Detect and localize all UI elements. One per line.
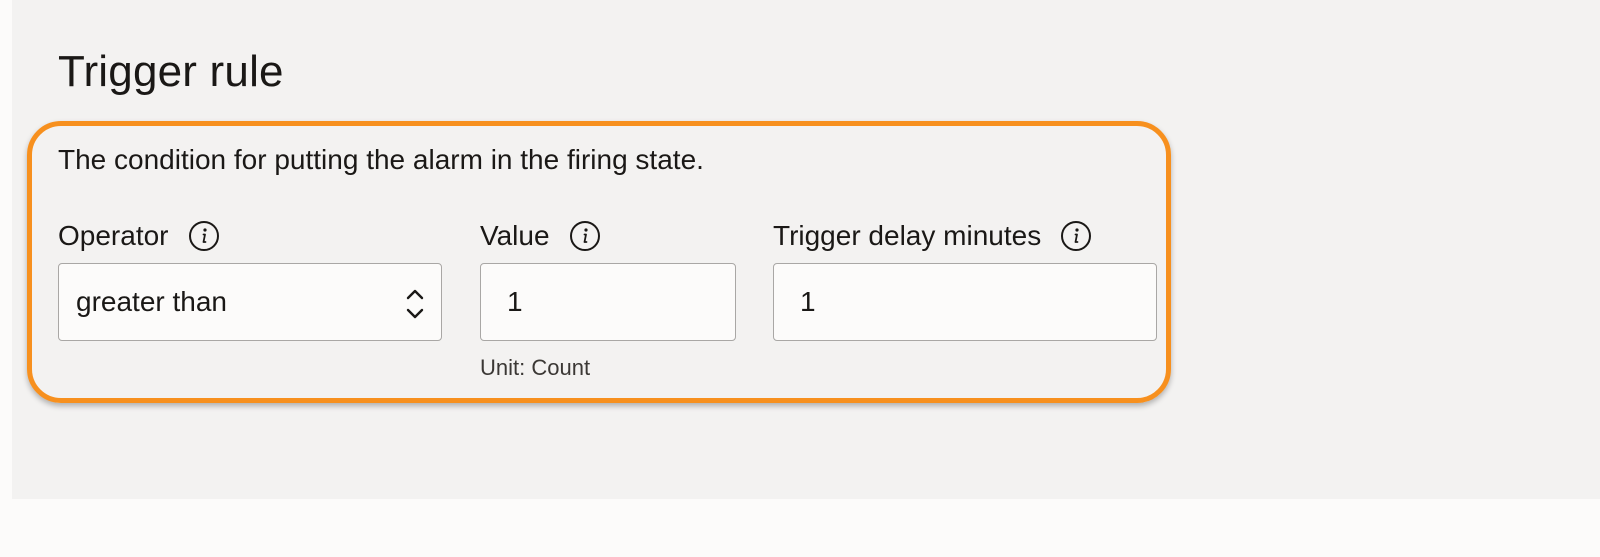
- operator-label-text: Operator: [58, 220, 169, 251]
- section-description: The condition for putting the alarm in t…: [58, 144, 704, 175]
- value-label-text: Value: [480, 220, 550, 251]
- trigger-delay-label-text: Trigger delay minutes: [773, 220, 1042, 251]
- value-input[interactable]: 1: [480, 263, 736, 341]
- trigger-delay-info-icon[interactable]: [1060, 220, 1092, 252]
- trigger-delay-input-text: 1: [800, 286, 816, 317]
- operator-label: Operator: [58, 216, 220, 256]
- value-label: Value: [480, 216, 601, 256]
- trigger-delay-label: Trigger delay minutes: [773, 216, 1092, 256]
- operator-select[interactable]: greater than: [58, 263, 442, 341]
- value-input-text: 1: [507, 286, 523, 317]
- operator-info-icon[interactable]: [188, 220, 220, 252]
- value-unit-helper: Unit: Count: [480, 355, 591, 380]
- operator-selected-value: greater than: [76, 286, 227, 317]
- section-title: Trigger rule: [58, 47, 284, 96]
- trigger-delay-input[interactable]: 1: [773, 263, 1157, 341]
- select-updown-icon: [403, 286, 427, 322]
- value-info-icon[interactable]: [569, 220, 601, 252]
